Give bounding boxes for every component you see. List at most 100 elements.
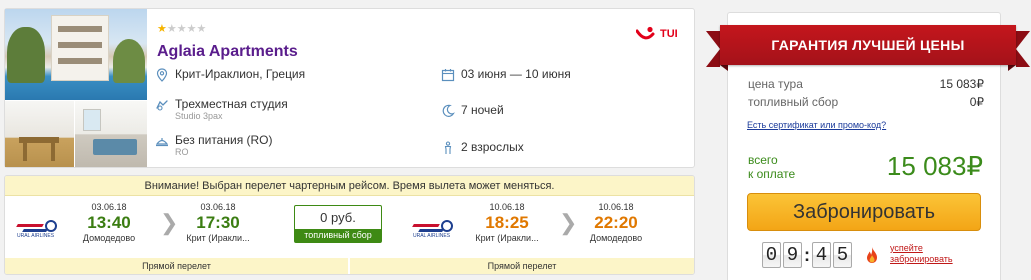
tui-smile-icon — [636, 26, 655, 40]
fuel-price-row: топливный сбор 0₽ — [748, 95, 984, 110]
hotel-stars: ★★★★★ — [157, 24, 206, 35]
arrival-airport: Крит (Иракли... — [186, 233, 250, 243]
fuel-charge-badge: 0 руб. топливный сбор — [294, 205, 382, 243]
logo-stripe — [418, 229, 444, 232]
tour-price-value: 15 083₽ — [939, 77, 984, 91]
room-text: Трехместная студия — [175, 97, 288, 111]
map-pin-icon — [156, 68, 168, 82]
hurry-link[interactable]: успейте забронировать — [890, 243, 953, 265]
location-text: Крит-Ираклион, Греция — [175, 67, 306, 81]
hurry-line1: успейте — [890, 243, 923, 253]
hotel-room: Трехместная студия Studio 3pax — [155, 97, 288, 122]
tour-price-row: цена тура 15 083₽ — [748, 77, 984, 92]
timer-digit: 9 — [783, 242, 802, 268]
photo-chairs — [23, 143, 27, 161]
charter-notice: Внимание! Выбран перелет чартерным рейсо… — [5, 176, 694, 196]
fuel-price-value: 0₽ — [969, 95, 984, 109]
timer-colon: : — [804, 244, 810, 265]
ribbon-fold — [1008, 65, 1016, 71]
fuel-charge-label: топливный сбор — [295, 229, 381, 242]
airline-logo-text: URAL AIRLINES — [413, 233, 451, 239]
ural-airlines-logo: URAL AIRLINES — [412, 216, 465, 239]
star-filled-icon: ★ — [157, 23, 167, 35]
arrival-time: 22:20 — [594, 213, 638, 232]
total-label-line1: всего — [748, 153, 778, 167]
ribbon-text: ГАРАНТИЯ ЛУЧШЕЙ ЦЕНЫ — [720, 25, 1016, 65]
departure-airport: Домодедово — [82, 233, 136, 243]
departure-time: 18:25 — [485, 213, 529, 232]
person-icon — [444, 141, 452, 154]
hurry-line2: забронировать — [890, 254, 953, 264]
arrival-date: 03.06.18 — [200, 202, 236, 212]
tour-offer: ★★★★★ Aglaia Apartments TUI Крит-Ираклио… — [0, 0, 1031, 280]
fuel-price-label: топливный сбор — [748, 95, 839, 109]
ural-airlines-logo: URAL AIRLINES — [16, 216, 69, 239]
logo-circle — [45, 220, 57, 232]
timer-digit: 4 — [812, 242, 831, 268]
fire-icon — [867, 247, 877, 263]
tui-logo-text: TUI — [660, 28, 678, 40]
hotel-name[interactable]: Aglaia Apartments — [157, 43, 298, 61]
photo-tree — [113, 39, 145, 83]
best-price-ribbon: ГАРАНТИЯ ЛУЧШЕЙ ЦЕНЫ — [706, 25, 1030, 71]
room-subtext: Studio 3pax — [175, 111, 223, 121]
arrival-airport: Домодедово — [589, 233, 643, 243]
inbound-departure: 10.06.18 18:25 Крит (Иракли... — [467, 202, 547, 244]
total-label: всего к оплате — [748, 153, 795, 181]
meal-text: Без питания (RO) — [175, 133, 273, 147]
hotel-photo-dining[interactable] — [5, 101, 74, 167]
photo-window — [83, 109, 101, 131]
tour-price-label: цена тура — [748, 77, 803, 91]
photo-building — [51, 15, 109, 81]
promo-code-link[interactable]: Есть сертификат или промо-код? — [747, 120, 886, 130]
tour-dates: 03 июня — 10 июня — [441, 67, 571, 82]
arrival-date: 10.06.18 — [598, 202, 634, 212]
hotel-photos[interactable] — [5, 9, 147, 167]
chevron-right-icon: ❯ — [160, 210, 179, 235]
nights-text: 7 ночей — [461, 103, 504, 117]
pax-text: 2 взрослых — [461, 140, 524, 154]
hotel-card: ★★★★★ Aglaia Apartments TUI Крит-Ираклио… — [4, 8, 695, 168]
dates-text: 03 июня — 10 июня — [461, 67, 571, 81]
room-icon — [156, 100, 168, 111]
countdown-timer: 0 9 : 4 5 — [762, 241, 854, 269]
fuel-charge-amount: 0 руб. — [320, 210, 356, 225]
ribbon-tail — [1016, 31, 1030, 67]
ribbon-tail — [706, 31, 720, 67]
departure-date: 03.06.18 — [91, 202, 127, 212]
hotel-photo-main[interactable] — [5, 9, 147, 100]
moon-icon — [442, 104, 455, 117]
departure-date: 10.06.18 — [489, 202, 525, 212]
star-empty-icon: ★ — [196, 23, 207, 35]
meal-icon — [155, 138, 169, 147]
tour-nights: 7 ночей — [441, 103, 504, 118]
inbound-arrival: 10.06.18 22:20 Домодедово — [576, 202, 656, 244]
hotel-meal: Без питания (RO) RO — [155, 133, 273, 158]
timer-digit: 0 — [762, 242, 781, 268]
timer-digit: 5 — [833, 242, 852, 268]
flights-panel: Внимание! Выбран перелет чартерным рейсо… — [4, 175, 695, 275]
ribbon-fold — [720, 65, 728, 71]
outbound-departure: 03.06.18 13:40 Домодедово — [69, 202, 149, 244]
hotel-photo-room[interactable] — [75, 101, 147, 167]
inbound-direct-label: Прямой перелет — [350, 258, 694, 274]
airline-logo-text: URAL AIRLINES — [17, 233, 55, 239]
tui-logo: TUI — [636, 26, 684, 42]
book-button[interactable]: Забронировать — [747, 193, 981, 231]
logo-circle — [441, 220, 453, 232]
photo-bed — [93, 139, 137, 155]
total-label-line2: к оплате — [748, 167, 796, 181]
flight-inbound[interactable]: URAL AIRLINES 10.06.18 18:25 Крит (Иракл… — [395, 198, 691, 254]
logo-stripe — [22, 229, 48, 232]
tour-pax: 2 взрослых — [441, 140, 524, 155]
logo-stripe — [16, 224, 44, 227]
total-price: 15 083₽ — [886, 151, 983, 181]
flight-outbound[interactable]: URAL AIRLINES 03.06.18 13:40 Домодедово … — [5, 198, 281, 254]
star-empty-icon: ★ — [166, 23, 177, 35]
arrival-time: 17:30 — [196, 213, 240, 232]
departure-airport: Крит (Иракли... — [475, 233, 539, 243]
outbound-arrival: 03.06.18 17:30 Крит (Иракли... — [178, 202, 258, 244]
calendar-icon — [441, 69, 455, 82]
photo-tree — [7, 27, 45, 83]
hotel-location: Крит-Ираклион, Греция — [155, 67, 305, 82]
